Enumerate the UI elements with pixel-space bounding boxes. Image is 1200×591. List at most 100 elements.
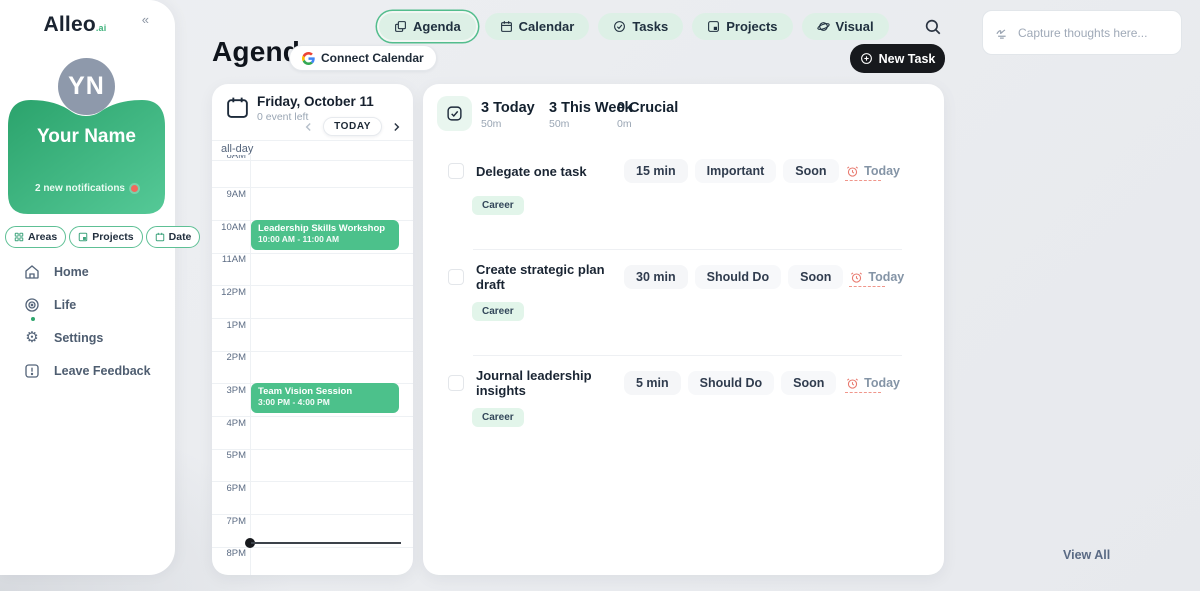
new-task-button[interactable]: New Task — [850, 44, 945, 73]
urgency-pill[interactable]: Soon — [781, 371, 836, 395]
all-day-label: all-day — [219, 143, 255, 155]
alarm-icon — [846, 377, 859, 390]
view-all-link[interactable]: View All — [1063, 548, 1110, 562]
priority-pill[interactable]: Important — [695, 159, 777, 183]
task-title[interactable]: Journal leadership insights — [476, 368, 624, 398]
row-divider — [473, 249, 902, 250]
plus-circle-icon — [860, 52, 873, 65]
due-date[interactable]: Today — [846, 164, 900, 178]
filter-date-label: Date — [169, 231, 192, 243]
tab-projects[interactable]: Projects — [692, 13, 792, 40]
row-divider — [473, 355, 902, 356]
tab-tasks-label: Tasks — [632, 19, 668, 34]
logo-suffix: .ai — [96, 23, 107, 33]
filter-areas[interactable]: Areas — [5, 226, 66, 248]
filter-projects-label: Projects — [92, 231, 133, 243]
box-icon — [78, 232, 88, 242]
urgency-pill[interactable]: Soon — [783, 159, 838, 183]
duration-pill[interactable]: 15 min — [624, 159, 688, 183]
time-label: 4PM — [212, 418, 246, 429]
tasks-panel: 3 Today 50m 3 This Week 50m 0 Crucial 0m… — [423, 84, 944, 575]
sidebar-item-life[interactable]: Life — [24, 297, 151, 313]
agenda-icon — [394, 20, 407, 33]
event-title: Leadership Skills Workshop — [258, 223, 392, 234]
target-icon — [24, 297, 40, 313]
task-checkbox[interactable] — [448, 163, 464, 179]
sidebar-menu: Home Life ⚙ Settings Leave Feedback — [24, 264, 151, 379]
tab-visual[interactable]: Visual — [802, 13, 889, 40]
connect-calendar-button[interactable]: Connect Calendar — [289, 45, 437, 71]
grid-line — [212, 140, 413, 141]
priority-pill[interactable]: Should Do — [688, 371, 775, 395]
due-underline — [845, 180, 881, 181]
due-date[interactable]: Today — [846, 376, 900, 390]
calendar-event[interactable]: Team Vision Session 3:00 PM - 4:00 PM — [251, 383, 399, 413]
due-underline — [849, 286, 885, 287]
sidebar: Alleo.ai « YN Your Name 2 new notificati… — [0, 0, 175, 575]
task-tag[interactable]: Career — [472, 302, 524, 321]
sidebar-item-home[interactable]: Home — [24, 264, 151, 280]
feedback-icon — [24, 363, 40, 379]
tab-tasks[interactable]: Tasks — [598, 13, 683, 40]
grid-line — [212, 514, 413, 515]
capture-input[interactable] — [1018, 26, 1169, 40]
urgency-pill[interactable]: Soon — [788, 265, 843, 289]
summary-duration: 0m — [617, 118, 678, 130]
grid-line — [212, 318, 413, 319]
time-label: 1PM — [212, 320, 246, 331]
alarm-icon — [850, 271, 863, 284]
events-left: 0 event left — [257, 111, 308, 123]
task-checkbox[interactable] — [448, 375, 464, 391]
notification-dot-icon — [131, 185, 138, 192]
app-logo: Alleo.ai — [0, 13, 150, 37]
tasks-summary-icon — [437, 96, 472, 131]
summary-count: 0 Crucial — [617, 100, 678, 116]
user-card: YN Your Name 2 new notifications — [8, 86, 165, 214]
summary-count: 3 Today — [481, 100, 535, 116]
chevron-left-icon[interactable] — [302, 120, 316, 134]
main-nav: Agenda Calendar Tasks Projects Visual — [379, 13, 889, 40]
calendar-panel: Friday, October 11 0 event left TODAY al… — [212, 84, 413, 575]
check-circle-icon — [613, 20, 626, 33]
task-title[interactable]: Create strategic plan draft — [476, 262, 624, 292]
sidebar-item-feedback[interactable]: Leave Feedback — [24, 363, 151, 379]
new-task-label: New Task — [879, 52, 936, 66]
projects-icon — [707, 20, 720, 33]
grid-line — [212, 416, 413, 417]
task-row: Delegate one task 15 min Important Soon … — [423, 152, 944, 250]
calendar-header-icon — [225, 95, 250, 125]
tab-calendar[interactable]: Calendar — [485, 13, 590, 40]
task-row: Journal leadership insights 5 min Should… — [423, 364, 944, 462]
duration-pill[interactable]: 30 min — [624, 265, 688, 289]
time-label: 11AM — [212, 254, 246, 265]
calendar-event[interactable]: Leadership Skills Workshop 10:00 AM - 11… — [251, 220, 399, 250]
priority-pill[interactable]: Should Do — [695, 265, 782, 289]
due-date[interactable]: Today — [850, 270, 904, 284]
chevron-right-icon[interactable] — [389, 120, 403, 134]
tab-agenda[interactable]: Agenda — [379, 13, 476, 40]
search-button[interactable] — [924, 18, 944, 38]
due-label: Today — [864, 376, 900, 390]
grid-line — [212, 187, 413, 188]
summary-crucial[interactable]: 0 Crucial 0m — [617, 100, 678, 130]
due-label: Today — [868, 270, 904, 284]
task-checkbox[interactable] — [448, 269, 464, 285]
task-title[interactable]: Delegate one task — [476, 164, 624, 179]
calendar-icon — [500, 20, 513, 33]
sidebar-filters: Areas Projects Date — [5, 226, 200, 248]
sidebar-item-settings[interactable]: ⚙ Settings — [24, 330, 151, 346]
today-button[interactable]: TODAY — [323, 117, 382, 136]
time-label: 6PM — [212, 483, 246, 494]
filter-projects[interactable]: Projects — [69, 226, 142, 248]
avatar[interactable]: YN — [58, 58, 115, 115]
active-dot-icon — [31, 317, 35, 321]
duration-pill[interactable]: 5 min — [624, 371, 681, 395]
task-tag[interactable]: Career — [472, 196, 524, 215]
filter-date[interactable]: Date — [146, 226, 201, 248]
summary-today[interactable]: 3 Today 50m — [481, 100, 535, 130]
tab-visual-label: Visual — [836, 19, 874, 34]
notifications[interactable]: 2 new notifications — [8, 183, 165, 194]
sidebar-collapse-icon[interactable]: « — [142, 12, 149, 27]
time-label: 12PM — [212, 287, 246, 298]
task-tag[interactable]: Career — [472, 408, 524, 427]
